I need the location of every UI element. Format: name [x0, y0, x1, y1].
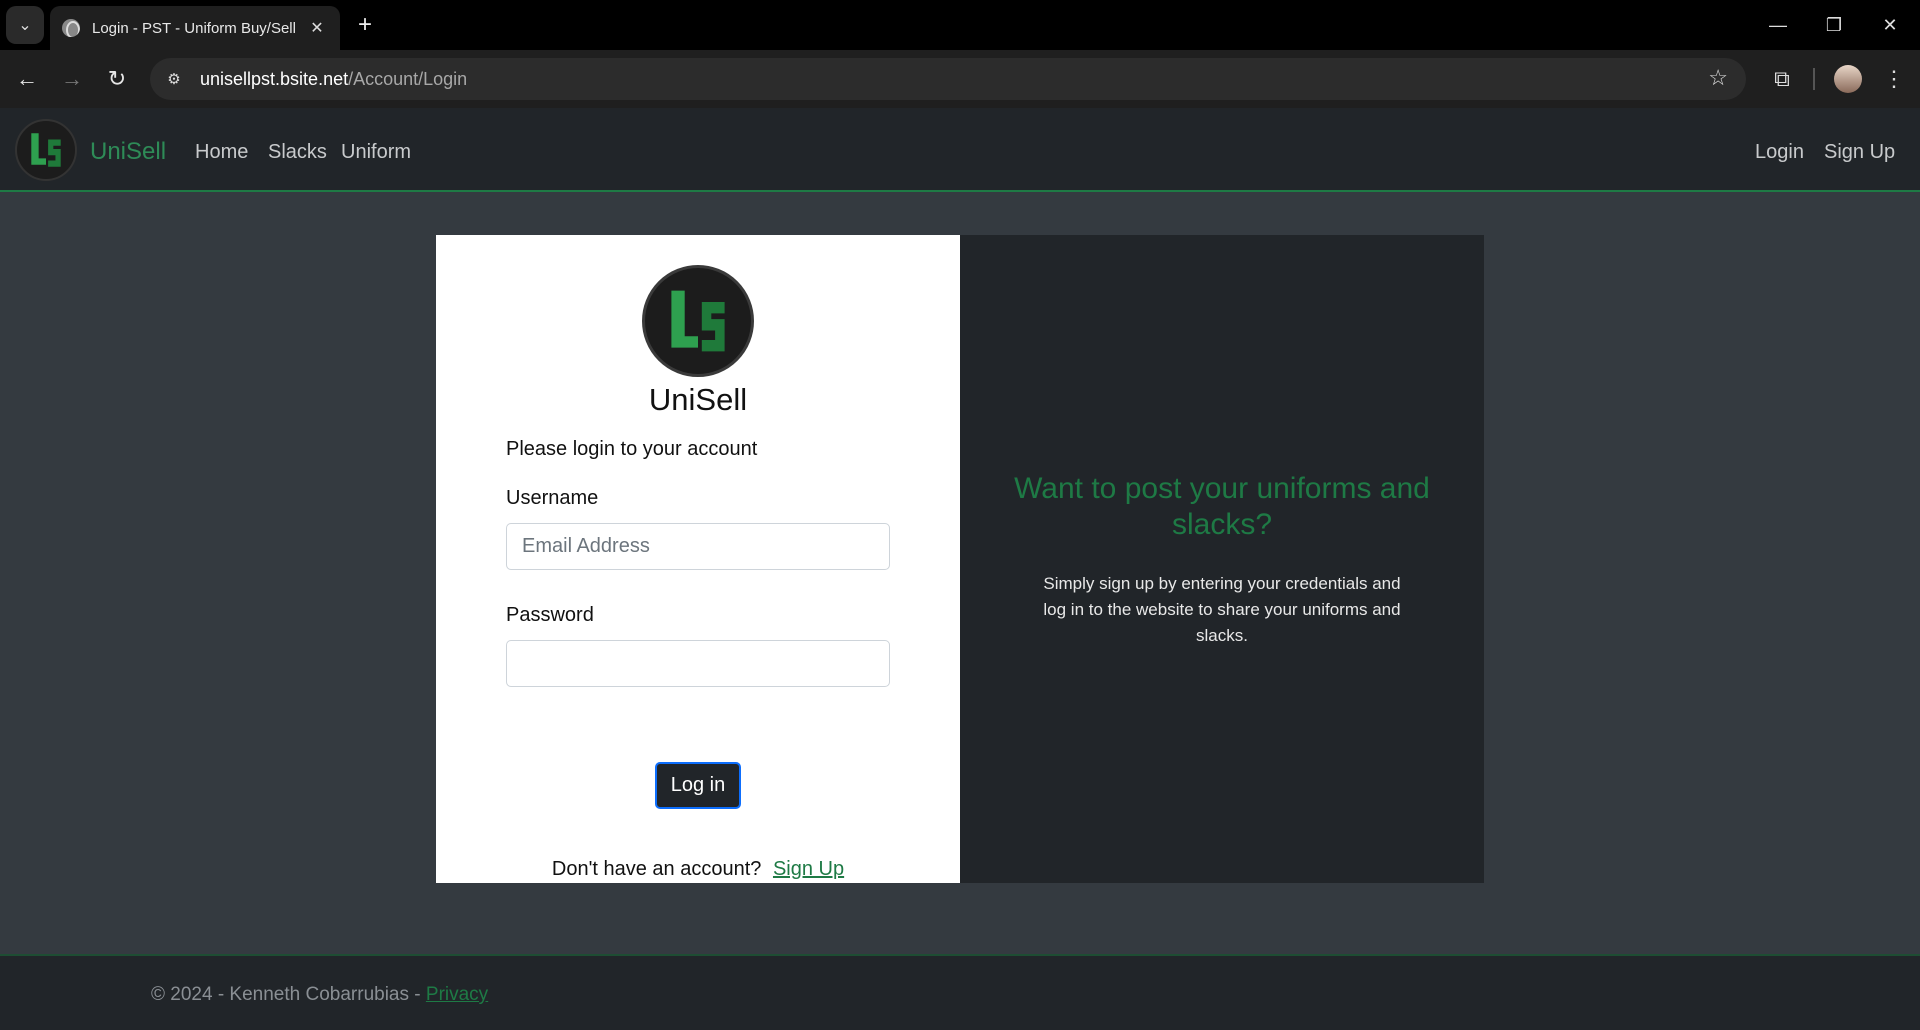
login-logo: [642, 265, 754, 377]
reload-icon[interactable]: ↻: [100, 62, 134, 96]
username-label: Username: [506, 487, 599, 509]
new-tab-icon[interactable]: +: [350, 10, 380, 40]
browser-toolbar: ← → ↻ ⚙ unisellpst.bsite.net/Account/Log…: [0, 50, 1920, 108]
nav-home[interactable]: Home: [195, 141, 248, 164]
close-tab-icon[interactable]: ✕: [306, 17, 328, 39]
restore-icon[interactable]: ❐: [1806, 0, 1862, 50]
extensions-icon[interactable]: ⧉: [1766, 63, 1798, 95]
privacy-link[interactable]: Privacy: [426, 984, 488, 1005]
browser-tab-strip: ⌄ Login - PST - Uniform Buy/Sell ✕ + — ❐…: [0, 0, 1920, 50]
nav-login[interactable]: Login: [1755, 141, 1804, 164]
site-navbar: UniSell Home Slacks Uniform Login Sign U…: [0, 108, 1920, 192]
password-input[interactable]: [506, 640, 890, 687]
menu-icon[interactable]: ⋮: [1880, 62, 1908, 96]
password-label: Password: [506, 604, 594, 626]
login-card: UniSell Please login to your account Use…: [436, 235, 960, 883]
profile-avatar[interactable]: [1834, 65, 1862, 93]
login-app-name: UniSell: [648, 382, 748, 417]
tab-title: Login - PST - Uniform Buy/Sell: [92, 19, 296, 37]
site-footer: © 2024 - Kenneth Cobarrubias - Privacy: [0, 954, 1920, 1030]
promo-title: Want to post your uniforms and slacks?: [1014, 472, 1430, 541]
site-info-icon[interactable]: ⚙: [158, 63, 190, 95]
forward-icon[interactable]: →: [55, 62, 89, 96]
brand-link[interactable]: UniSell: [90, 138, 166, 166]
signup-link[interactable]: Sign Up: [773, 858, 844, 880]
nav-slacks[interactable]: Slacks: [268, 141, 327, 164]
browser-tab[interactable]: Login - PST - Uniform Buy/Sell ✕: [50, 6, 340, 50]
bookmark-star-icon[interactable]: ☆: [1708, 65, 1728, 91]
login-button[interactable]: Log in: [655, 762, 741, 809]
promo-panel: Want to post your uniforms and slacks? S…: [960, 235, 1484, 883]
address-bar[interactable]: ⚙ unisellpst.bsite.net/Account/Login ☆: [150, 58, 1746, 100]
toolbar-divider: [1813, 68, 1815, 90]
nav-uniform[interactable]: Uniform: [341, 141, 411, 164]
us-logo-icon: [31, 133, 61, 167]
globe-icon: [62, 19, 80, 37]
nav-signup[interactable]: Sign Up: [1824, 141, 1895, 164]
footer-text: © 2024 - Kenneth Cobarrubias - Privacy: [151, 984, 488, 1006]
unisell-logo[interactable]: [15, 119, 77, 181]
promo-text: Simply sign up by entering your credenti…: [1043, 574, 1401, 645]
tab-search-icon[interactable]: ⌄: [6, 6, 44, 44]
us-logo-icon: [671, 290, 725, 352]
main-content: UniSell Please login to your account Use…: [0, 194, 1920, 954]
signup-row: Don't have an account? Sign Up: [436, 858, 960, 881]
url-text[interactable]: unisellpst.bsite.net/Account/Login: [200, 69, 467, 90]
username-input[interactable]: [506, 523, 890, 570]
close-window-icon[interactable]: ✕: [1862, 0, 1918, 50]
back-icon[interactable]: ←: [10, 62, 44, 96]
minimize-icon[interactable]: —: [1750, 0, 1806, 50]
signup-prompt: Don't have an account?: [551, 858, 762, 880]
login-prompt: Please login to your account: [506, 438, 758, 460]
copyright: © 2024 - Kenneth Cobarrubias -: [151, 984, 426, 1005]
